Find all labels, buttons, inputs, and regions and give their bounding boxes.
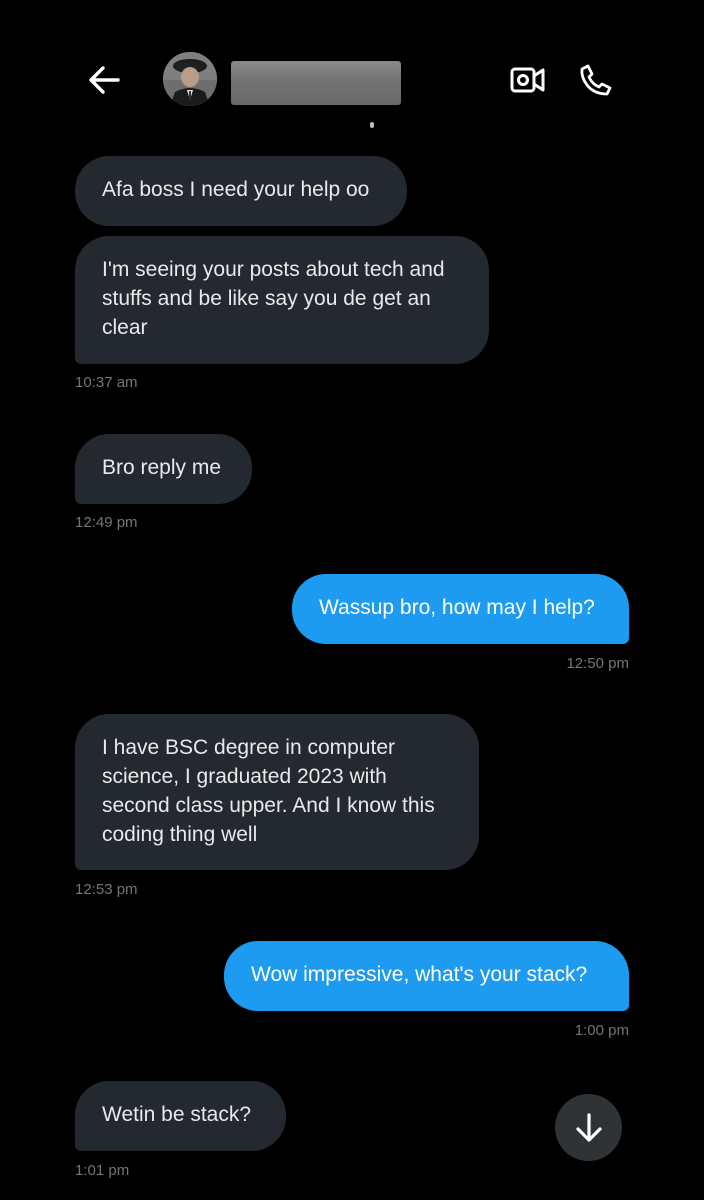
voice-call-button[interactable] [574, 58, 618, 102]
video-call-button[interactable] [508, 62, 548, 98]
back-button[interactable] [84, 60, 124, 100]
profile-avatar-image [163, 52, 217, 106]
message-timestamp: 10:37 am [75, 374, 138, 391]
contact-name-redacted[interactable] [231, 61, 401, 105]
outgoing-message-bubble[interactable]: Wow impressive, what's your stack? [224, 941, 629, 1011]
incoming-message-bubble[interactable]: I'm seeing your posts about tech and stu… [75, 236, 489, 364]
video-camera-icon [510, 67, 545, 93]
message-timestamp: 1:01 pm [75, 1162, 130, 1179]
avatar[interactable] [163, 52, 217, 106]
header-divider-mark [370, 122, 374, 128]
message-timestamp: 12:50 pm [566, 655, 629, 672]
message-timestamp: 1:00 pm [574, 1022, 629, 1039]
outgoing-message-bubble[interactable]: Wassup bro, how may I help? [292, 574, 629, 644]
phone-icon [580, 64, 612, 96]
message-timestamp: 12:49 pm [75, 514, 138, 531]
incoming-message-bubble[interactable]: Bro reply me [75, 434, 252, 504]
incoming-message-bubble[interactable]: Wetin be stack? [75, 1081, 286, 1151]
incoming-message-bubble[interactable]: I have BSC degree in computer science, I… [75, 714, 479, 870]
incoming-message-bubble[interactable]: Afa boss I need your help oo [75, 156, 407, 226]
arrow-left-icon [89, 66, 120, 94]
scroll-to-bottom-button[interactable] [555, 1094, 622, 1161]
conversation-header [0, 0, 704, 130]
message-timestamp: 12:53 pm [75, 881, 138, 898]
arrow-down-icon [575, 1112, 602, 1142]
